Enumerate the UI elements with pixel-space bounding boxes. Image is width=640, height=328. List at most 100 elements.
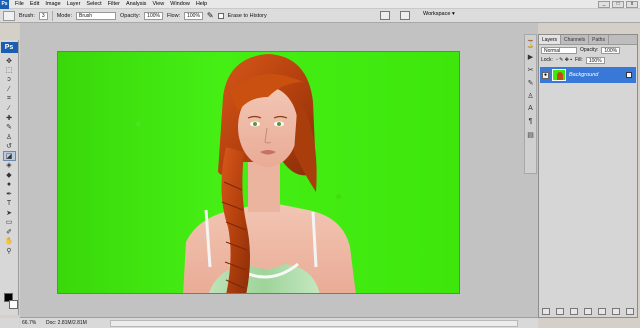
zoom-icon[interactable]: ⚲ xyxy=(3,246,16,256)
layer-style-icon[interactable] xyxy=(556,308,564,315)
path-select-icon[interactable]: ➤ xyxy=(3,208,16,218)
new-layer-icon[interactable] xyxy=(612,308,620,315)
zoom-level[interactable]: 66.7% xyxy=(20,320,42,326)
erase-to-history-checkbox[interactable] xyxy=(217,12,224,19)
trash-icon[interactable] xyxy=(626,308,634,315)
blur-icon[interactable]: ◆ xyxy=(3,170,16,180)
options-bar: Brush: 3 Mode: Brush Opacity: 100% Flow:… xyxy=(0,9,640,23)
window-controls: _ □ x xyxy=(598,1,638,8)
lock-icons[interactable]: ▫ ✎ ✥ ▪ xyxy=(556,57,572,63)
menu-bar: Ps File Edit Image Layer Select Filter A… xyxy=(0,0,640,9)
paint-bucket-icon[interactable]: ◈ xyxy=(3,161,16,171)
ps-toolbox-logo: Ps xyxy=(0,42,18,53)
document-canvas[interactable] xyxy=(57,51,460,294)
shape-icon[interactable]: ▭ xyxy=(3,218,16,228)
menu-edit[interactable]: Edit xyxy=(27,0,42,9)
background-color-swatch[interactable] xyxy=(9,300,18,309)
tab-layers[interactable]: Layers xyxy=(539,35,562,44)
fill-field[interactable]: 100% xyxy=(585,56,605,64)
screen-mode-icon[interactable] xyxy=(380,11,390,20)
panel-footer xyxy=(539,308,637,315)
hand-icon[interactable]: ✋ xyxy=(3,237,16,247)
mask-icon[interactable] xyxy=(570,308,578,315)
history-brush-icon[interactable]: ↺ xyxy=(3,142,16,152)
adjustment-icon[interactable] xyxy=(584,308,592,315)
clone-source-icon[interactable]: ♙ xyxy=(526,91,535,100)
brush-icon[interactable]: ✎ xyxy=(3,123,16,133)
arrange-documents-icon[interactable] xyxy=(400,11,410,20)
menu-analysis[interactable]: Analysis xyxy=(123,0,149,9)
clone-stamp-icon[interactable]: ♙ xyxy=(3,132,16,142)
workspace-label: Workspace xyxy=(423,11,451,17)
eraser-tool-preset-icon[interactable] xyxy=(3,10,15,21)
brushes-icon[interactable]: ✎ xyxy=(526,78,535,87)
layer-row-background[interactable]: ● Background xyxy=(540,67,636,83)
layer-comps-icon[interactable]: ▤ xyxy=(526,130,535,139)
horizontal-scrollbar[interactable] xyxy=(110,320,518,327)
menu-image[interactable]: Image xyxy=(42,0,63,9)
chevron-down-icon: ▾ xyxy=(451,11,455,17)
divider xyxy=(51,10,53,21)
lock-label: Lock: xyxy=(541,57,553,63)
lock-row: Lock: ▫ ✎ ✥ ▪ Fill: 100% xyxy=(539,55,637,65)
magic-wand-icon[interactable]: ⁄ xyxy=(3,85,16,95)
toolbox: Ps ✥ ⬚ ↄ ⁄ ⌗ ∕ ✚ ✎ ♙ ↺ ◪ ◈ ◆ ● ✒ T ➤ ▭ ✐… xyxy=(0,40,19,315)
menu-help[interactable]: Help xyxy=(193,0,210,9)
type-icon[interactable]: T xyxy=(3,199,16,209)
close-icon[interactable]: x xyxy=(626,1,638,8)
layer-thumbnail xyxy=(552,69,566,81)
neck-shape xyxy=(248,162,280,212)
layers-panel: Layers Channels Paths Normal Opacity: 10… xyxy=(538,34,638,318)
menu-layer[interactable]: Layer xyxy=(64,0,84,9)
status-bar: 66.7% Doc: 2.81M/2.81M xyxy=(20,317,538,328)
lasso-icon[interactable]: ↄ xyxy=(3,75,16,85)
menu-select[interactable]: Select xyxy=(83,0,104,9)
crop-icon[interactable]: ⌗ xyxy=(3,94,16,104)
document-size: Doc: 2.81M/2.81M xyxy=(46,320,87,326)
menu-file[interactable]: File xyxy=(12,0,27,9)
tab-paths[interactable]: Paths xyxy=(589,35,609,44)
paragraph-icon[interactable]: ¶ xyxy=(526,117,535,126)
right-iris-shape xyxy=(277,122,281,126)
mode-select[interactable]: Brush xyxy=(75,11,116,20)
menu-view[interactable]: View xyxy=(149,0,167,9)
group-icon[interactable] xyxy=(598,308,606,315)
thumbnail-figure xyxy=(557,72,563,80)
airbrush-icon[interactable]: ✎ xyxy=(207,11,214,20)
eyedropper-icon[interactable]: ∕ xyxy=(3,104,16,114)
restore-icon[interactable]: □ xyxy=(612,1,624,8)
brush-size-picker[interactable]: 3 xyxy=(38,11,48,20)
fill-label: Fill: xyxy=(575,57,583,63)
healing-icon[interactable]: ✚ xyxy=(3,113,16,123)
blend-mode-select[interactable]: Normal xyxy=(541,46,577,54)
erase-to-history-label: Erase to History xyxy=(227,12,267,19)
mode-label: Mode: xyxy=(56,12,72,19)
workspace-menu[interactable]: Workspace ▾ xyxy=(423,11,455,17)
opacity-field[interactable]: 100% xyxy=(144,11,163,20)
notes-icon[interactable]: ✐ xyxy=(3,227,16,237)
eraser-icon[interactable]: ◪ xyxy=(2,151,16,161)
left-iris-shape xyxy=(253,122,257,126)
menu-filter[interactable]: Filter xyxy=(105,0,123,9)
eye-icon[interactable]: ● xyxy=(542,71,549,79)
flow-label: Flow: xyxy=(166,12,181,19)
panel-tabs: Layers Channels Paths xyxy=(539,35,637,45)
layer-opacity-field[interactable]: 100% xyxy=(601,46,621,54)
pen-icon[interactable]: ✒ xyxy=(3,189,16,199)
dodge-icon[interactable]: ● xyxy=(3,180,16,190)
move-icon[interactable]: ✥ xyxy=(3,56,16,66)
canvas-area[interactable] xyxy=(20,23,538,317)
character-portrait xyxy=(183,54,356,293)
actions-icon[interactable]: ▶ xyxy=(526,52,535,61)
tool-presets-icon[interactable]: ✂ xyxy=(526,65,535,74)
marquee-icon[interactable]: ⬚ xyxy=(3,66,16,76)
tab-channels[interactable]: Channels xyxy=(561,35,590,44)
history-icon[interactable]: ⌛ xyxy=(526,39,535,48)
minimize-icon[interactable]: _ xyxy=(598,1,610,8)
menu-window[interactable]: Window xyxy=(167,0,193,9)
photoshop-logo: Ps xyxy=(0,0,9,9)
opacity-label: Opacity: xyxy=(119,12,141,19)
link-layers-icon[interactable] xyxy=(542,308,550,315)
character-icon[interactable]: A xyxy=(526,104,535,113)
flow-field[interactable]: 100% xyxy=(184,11,203,20)
